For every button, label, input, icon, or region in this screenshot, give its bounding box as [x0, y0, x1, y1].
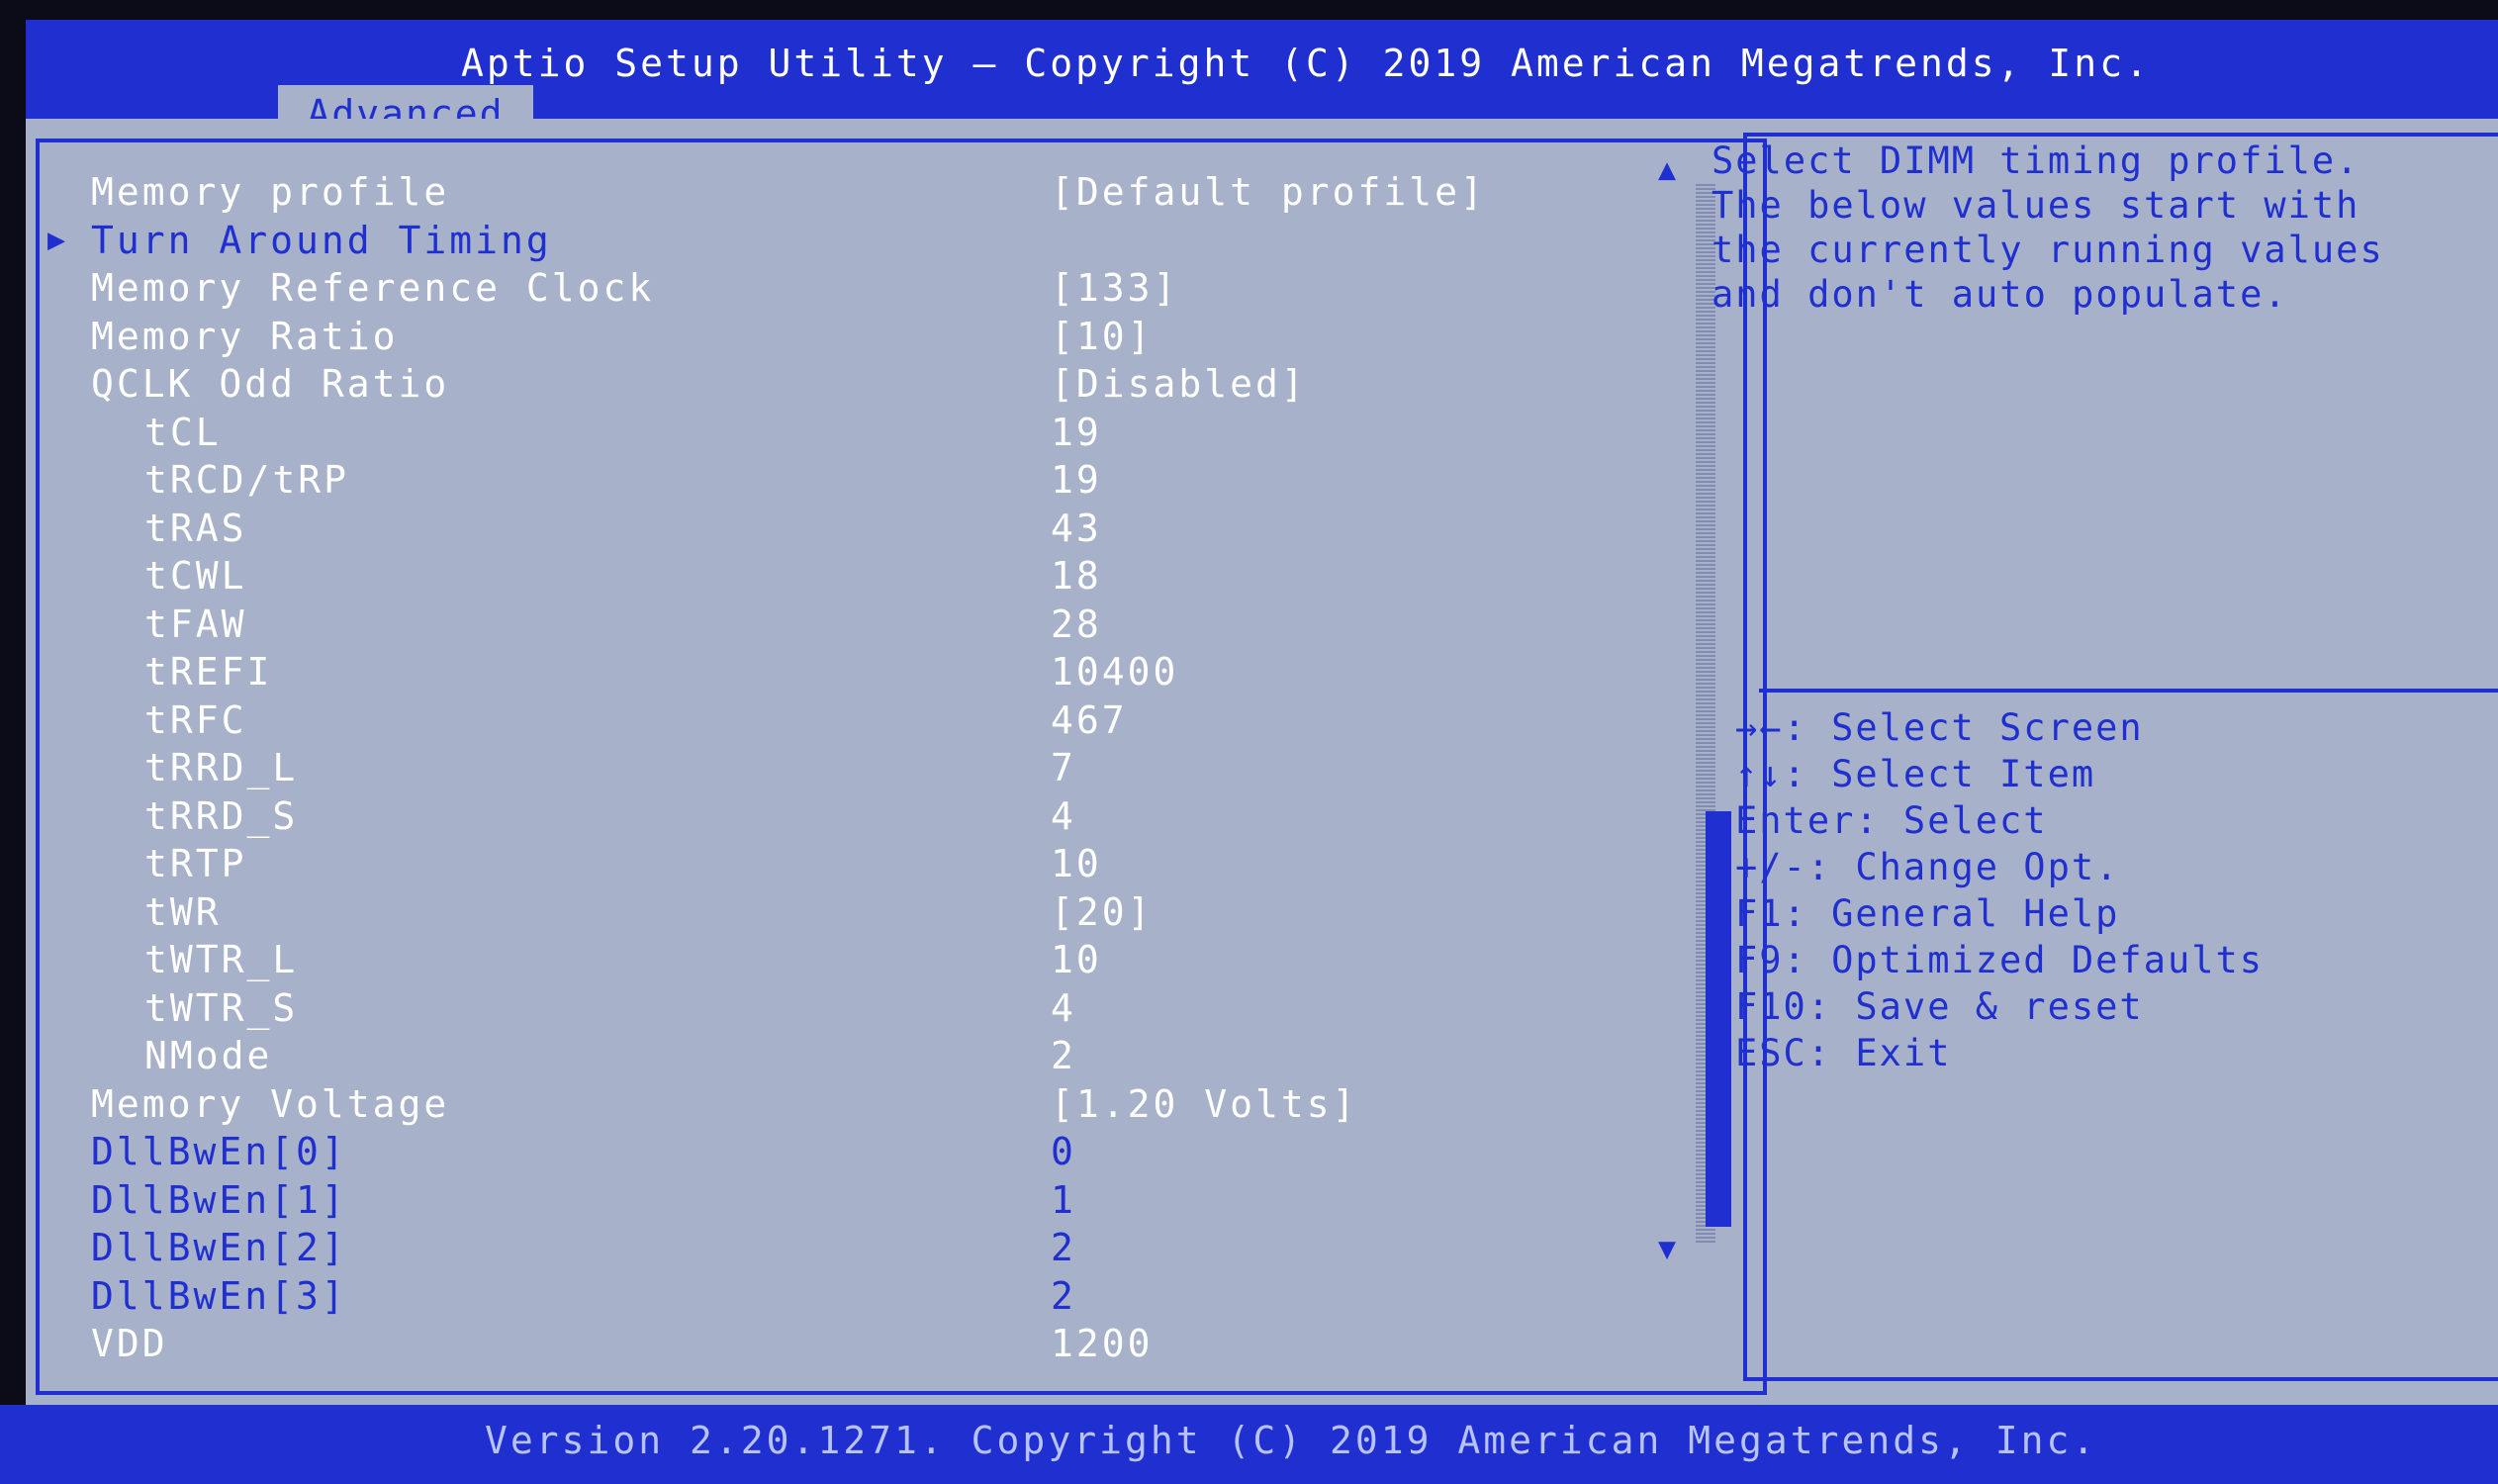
setting-value: 4	[1051, 793, 1076, 838]
scroll-up-icon[interactable]: ▲	[1658, 152, 1676, 187]
setting-row[interactable]: tRCD/tRP 19	[26, 458, 1688, 504]
key-legend-line: F10: Save & reset	[1735, 985, 2144, 1028]
setting-label: DllBwEn[2]	[91, 1226, 347, 1269]
setting-value: 19	[1051, 410, 1102, 454]
bios-screen: Aptio Setup Utility – Copyright (C) 2019…	[0, 0, 2498, 1484]
setting-label: tCL	[144, 410, 222, 454]
setting-label: NMode	[144, 1034, 273, 1077]
key-legend-line: F1: General Help	[1735, 892, 2120, 935]
setting-row[interactable]: DllBwEn[0] 0	[26, 1130, 1688, 1175]
setting-value: 1	[1051, 1177, 1076, 1222]
setting-row[interactable]: DllBwEn[3] 2	[26, 1274, 1688, 1320]
setting-label: tREFI	[144, 650, 273, 694]
setting-row[interactable]: tFAW 28	[26, 603, 1688, 648]
submenu-arrow-icon: ▶	[47, 222, 69, 257]
key-legend-line: ↑↓: Select Item	[1735, 753, 2096, 795]
footer-bar: Version 2.20.1271. Copyright (C) 2019 Am…	[0, 1405, 2498, 1484]
setting-value[interactable]: [20]	[1051, 890, 1154, 934]
setting-label: Memory profile	[91, 170, 450, 214]
help-line: the currently running values	[1712, 229, 2384, 271]
setting-value: 7	[1051, 746, 1076, 789]
setting-row[interactable]: tREFI 10400	[26, 650, 1688, 696]
scrollbar-thumb[interactable]	[1706, 811, 1731, 1227]
setting-row[interactable]: tRRD_L 7	[26, 746, 1688, 791]
help-line: Select DIMM timing profile.	[1712, 139, 2360, 182]
footer-version: Version 2.20.1271. Copyright (C) 2019 Am…	[485, 1419, 2098, 1462]
key-legend-line: →←: Select Screen	[1735, 706, 2144, 749]
setting-row[interactable]: tWR [20]	[26, 890, 1688, 936]
setting-value[interactable]: [10]	[1051, 315, 1154, 358]
setting-row[interactable]: ▶ Turn Around Timing	[26, 219, 1688, 264]
setting-row[interactable]: VDD 1200	[26, 1322, 1688, 1367]
setting-row[interactable]: NMode 2	[26, 1034, 1688, 1079]
window-title: Aptio Setup Utility – Copyright (C) 2019…	[461, 42, 2151, 85]
setting-value: 10	[1051, 842, 1102, 885]
help-text: Select DIMM timing profile. The below va…	[1712, 139, 2483, 317]
setting-row[interactable]: tWTR_L 10	[26, 938, 1688, 983]
setting-value: 2	[1051, 1226, 1076, 1269]
setting-row[interactable]: tRRD_S 4	[26, 794, 1688, 840]
setting-value: 18	[1051, 554, 1102, 598]
help-divider	[1759, 689, 2498, 693]
setting-value[interactable]: [133]	[1051, 266, 1178, 310]
key-legend-line: ESC: Exit	[1735, 1032, 1952, 1074]
setting-label: Memory Reference Clock	[91, 266, 655, 310]
setting-row[interactable]: tRFC 467	[26, 698, 1688, 744]
title-bar: Aptio Setup Utility – Copyright (C) 2019…	[26, 20, 2498, 142]
setting-row[interactable]: QCLK Odd Ratio [Disabled]	[26, 362, 1688, 408]
setting-row[interactable]: tCWL 18	[26, 554, 1688, 600]
setting-label: tWTR_L	[144, 938, 299, 981]
setting-label: DllBwEn[1]	[91, 1177, 347, 1222]
help-line: and don't auto populate.	[1712, 273, 2288, 316]
setting-row[interactable]: Memory Ratio [10]	[26, 315, 1688, 360]
setting-label: Memory Voltage	[91, 1081, 450, 1126]
key-legend-line: Enter: Select	[1735, 799, 2048, 842]
setting-label: tRRD_S	[144, 793, 299, 838]
setting-value: 10400	[1051, 650, 1179, 694]
setting-value: 0	[1051, 1130, 1076, 1173]
key-legend-line: +/-: Change Opt.	[1735, 846, 2120, 888]
setting-label: tRAS	[144, 506, 247, 550]
setting-value: 4	[1051, 985, 1076, 1030]
setting-row[interactable]: Memory profile [Default profile]	[26, 170, 1688, 216]
scroll-down-icon[interactable]: ▼	[1658, 1232, 1676, 1266]
help-line: The below values start with	[1712, 184, 2360, 227]
setting-label: VDD	[91, 1322, 168, 1365]
setting-label: tFAW	[144, 602, 247, 646]
setting-row[interactable]: Memory Reference Clock [133]	[26, 266, 1688, 312]
setting-value: 467	[1051, 697, 1128, 742]
main-panel: Memory profile [Default profile] ▶ Turn Aro…	[26, 119, 2498, 1405]
setting-label: tRFC	[144, 697, 247, 742]
setting-value[interactable]: [Disabled]	[1051, 362, 1307, 406]
setting-value: 43	[1051, 506, 1102, 550]
setting-value: 19	[1051, 458, 1102, 502]
setting-row[interactable]: tWTR_S 4	[26, 986, 1688, 1032]
setting-label: tCWL	[144, 554, 247, 598]
setting-value[interactable]: [Default profile]	[1051, 170, 1486, 214]
setting-label: tWR	[144, 889, 222, 934]
setting-label: DllBwEn[0]	[91, 1130, 347, 1173]
setting-label: Memory Ratio	[91, 314, 399, 358]
setting-row[interactable]: tRAS 43	[26, 507, 1688, 552]
setting-value: 28	[1051, 602, 1102, 646]
setting-row[interactable]: tRTP 10	[26, 842, 1688, 887]
setting-value: 10	[1051, 938, 1102, 981]
setting-row[interactable]: DllBwEn[2] 2	[26, 1226, 1688, 1271]
key-legend: →←: Select Screen ↑↓: Select Item Enter:…	[1735, 704, 2264, 1076]
setting-label: tWTR_S	[144, 985, 299, 1030]
setting-label: Turn Around Timing	[91, 218, 552, 262]
setting-label: tRRD_L	[144, 746, 299, 789]
setting-label: tRCD/tRP	[144, 458, 350, 502]
setting-label: tRTP	[144, 842, 247, 885]
setting-row[interactable]: DllBwEn[1] 1	[26, 1178, 1688, 1224]
setting-label: QCLK Odd Ratio	[91, 362, 450, 406]
key-legend-line: F9: Optimized Defaults	[1735, 939, 2265, 981]
setting-label: DllBwEn[3]	[91, 1273, 347, 1318]
setting-value: 1200	[1051, 1322, 1154, 1365]
setting-value: 2	[1051, 1273, 1076, 1318]
setting-row[interactable]: tCL 19	[26, 411, 1688, 456]
setting-row[interactable]: Memory Voltage [1.20 Volts]	[26, 1082, 1688, 1128]
setting-value: 2	[1051, 1034, 1076, 1077]
setting-value[interactable]: [1.20 Volts]	[1051, 1082, 1358, 1126]
